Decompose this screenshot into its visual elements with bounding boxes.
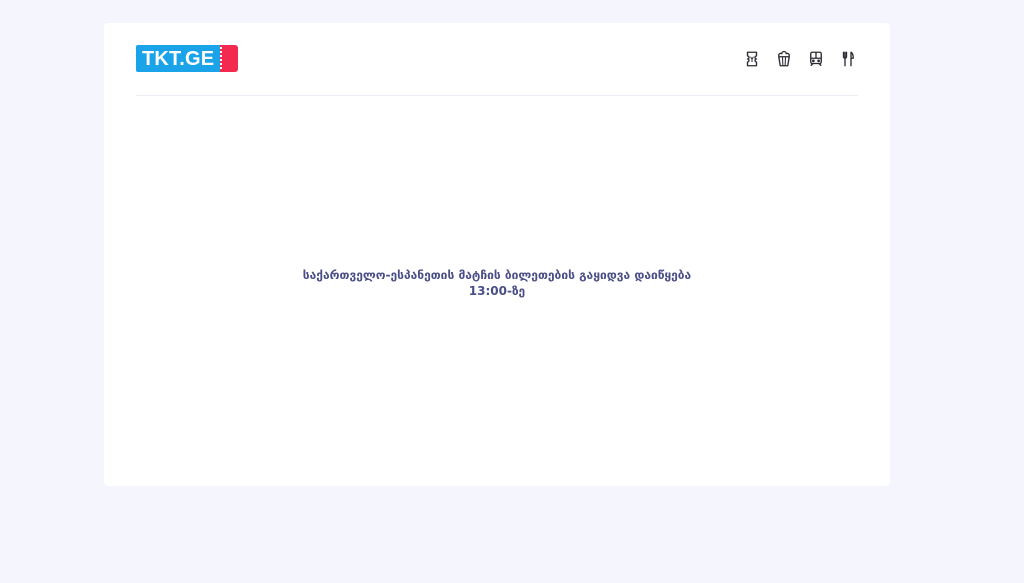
- nav-cinema[interactable]: [774, 49, 794, 69]
- fork-knife-icon: [842, 51, 854, 67]
- main-card: TKT.GE საქართველო-ესპანეთის მატჩის ბილეთ…: [104, 23, 890, 486]
- header: TKT.GE: [136, 23, 858, 96]
- category-nav: [742, 49, 858, 69]
- tkt-logo[interactable]: TKT.GE: [136, 45, 238, 72]
- popcorn-icon: [778, 50, 790, 67]
- train-icon: [810, 51, 822, 67]
- nav-food[interactable]: [838, 49, 858, 69]
- announcement-line-2: 13:00-ზე: [468, 284, 526, 298]
- logo-perforation: [220, 47, 222, 70]
- logo-ticket-stub: [220, 45, 238, 72]
- sale-announcement: საქართველო-ესპანეთის მატჩის ბილეთების გა…: [104, 267, 890, 299]
- ticket-icon: [746, 51, 758, 67]
- announcement-line-1: საქართველო-ესპანეთის მატჩის ბილეთების გა…: [302, 268, 692, 282]
- nav-tickets[interactable]: [742, 49, 762, 69]
- nav-transport[interactable]: [806, 49, 826, 69]
- logo-text: TKT.GE: [142, 48, 215, 70]
